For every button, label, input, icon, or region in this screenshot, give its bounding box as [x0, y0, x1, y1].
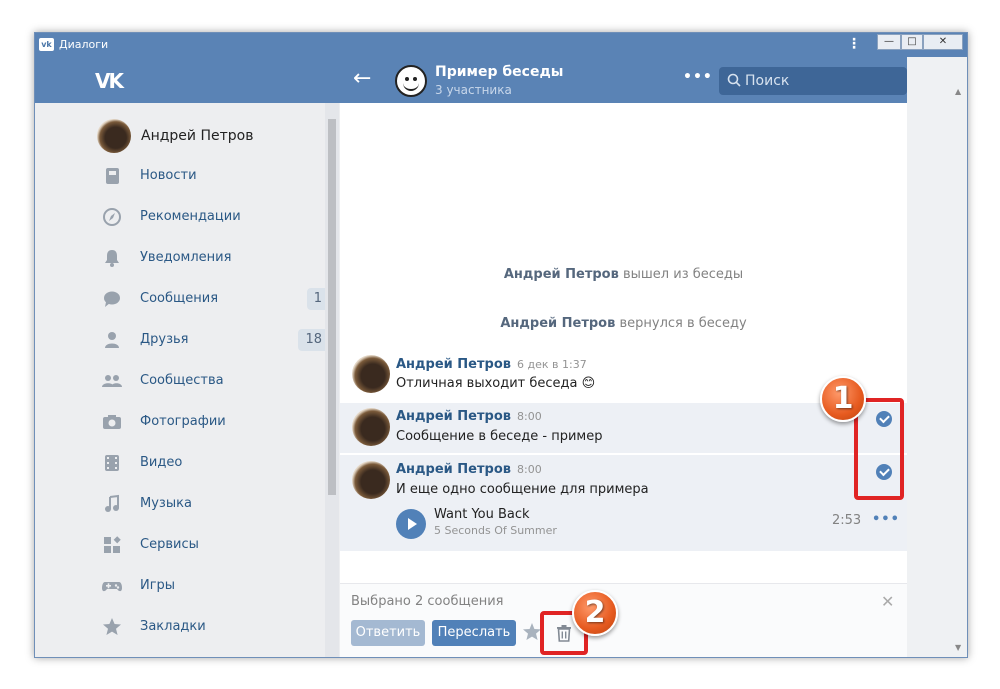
scroll-up-icon[interactable]: ▲ — [955, 87, 961, 96]
back-arrow-icon[interactable]: ← — [353, 66, 371, 91]
message-author[interactable]: Андрей Петров 8:00 — [396, 409, 542, 424]
chat-participants[interactable]: 3 участника — [435, 83, 512, 97]
chat-panel: Андрей Петров вышел из беседы Андрей Пет… — [340, 103, 907, 657]
system-message-author[interactable]: Андрей Петров — [500, 316, 615, 331]
avatar[interactable] — [352, 408, 390, 446]
window-title: Диалоги — [59, 38, 109, 51]
sidebar-item-label: Музыка — [140, 496, 192, 511]
title-bar: vk Диалоги ⋮ — □ ✕ — [35, 33, 967, 57]
audio-duration: 2:53 — [832, 513, 862, 528]
scroll-down-icon[interactable]: ▼ — [955, 643, 961, 652]
message-author[interactable]: Андрей Петров 8:00 — [396, 462, 542, 477]
play-icon[interactable] — [396, 509, 426, 539]
sidebar-item-label: Сообщества — [140, 373, 224, 388]
compass-icon — [103, 208, 121, 226]
audio-attachment[interactable]: Want You Back 5 Seconds Of Summer 2:53 •… — [396, 507, 899, 541]
sidebar-item-photos[interactable]: Фотографии — [97, 406, 317, 438]
search-input[interactable] — [745, 71, 895, 91]
system-message-author[interactable]: Андрей Петров — [504, 267, 619, 282]
audio-more-icon[interactable]: ••• — [872, 512, 900, 527]
search-icon — [727, 73, 741, 87]
top-header: VK ← Пример беседы 3 участника ••• — [35, 57, 967, 103]
close-button[interactable]: ✕ — [923, 34, 963, 50]
star-icon[interactable] — [522, 622, 542, 642]
sidebar-item-communities[interactable]: Сообщества — [97, 365, 317, 397]
message-icon — [104, 291, 120, 307]
avatar[interactable] — [352, 461, 390, 499]
sidebar-item-recommendations[interactable]: Рекомендации — [97, 201, 317, 233]
message-time: 8:00 — [517, 410, 542, 423]
minimize-button[interactable]: — — [877, 34, 901, 50]
sidebar-scrollbar[interactable] — [325, 103, 339, 657]
friends-icon — [105, 332, 119, 348]
vk-logo[interactable]: VK — [95, 69, 129, 93]
message-text: Сообщение в беседе - пример — [396, 429, 603, 444]
sidebar-item-label: Закладки — [140, 619, 206, 634]
close-icon[interactable]: ✕ — [881, 592, 894, 611]
avatar[interactable] — [97, 119, 131, 153]
bell-icon — [105, 250, 119, 267]
gamepad-icon — [102, 582, 122, 592]
chat-more-icon[interactable]: ••• — [683, 69, 713, 85]
news-icon — [106, 168, 119, 184]
vk-app-icon: vk — [39, 38, 54, 51]
chat-scrollbar[interactable]: ▲ ▼ — [907, 57, 967, 657]
camera-icon — [103, 415, 121, 429]
sidebar-item-label: Сервисы — [140, 537, 199, 552]
star-icon — [103, 618, 121, 635]
system-message-text: вернулся в беседу — [619, 316, 747, 331]
sidebar-item-music[interactable]: Музыка — [97, 488, 317, 520]
chat-title[interactable]: Пример беседы — [435, 64, 563, 80]
sidebar-item-label: Сообщения — [140, 291, 219, 306]
audio-artist[interactable]: 5 Seconds Of Summer — [434, 524, 557, 537]
sidebar-item-label: Игры — [140, 578, 176, 593]
message-row-selected[interactable]: Андрей Петров 8:00 Сообщение в беседе - п… — [340, 403, 907, 453]
message-text: Отличная выходит беседа 😊 — [396, 376, 596, 391]
sidebar-item-label: Уведомления — [140, 250, 232, 265]
sidebar-item-label: Новости — [140, 168, 197, 183]
sidebar: Андрей Петров Новости Рекомендации Уведо… — [35, 103, 340, 657]
annotation-box-checks — [854, 398, 904, 500]
chat-avatar[interactable] — [395, 65, 427, 97]
message-author[interactable]: Андрей Петров 6 дек в 1:37 — [396, 357, 587, 372]
sidebar-item-news[interactable]: Новости — [97, 160, 317, 192]
avatar[interactable] — [352, 355, 390, 393]
reply-button[interactable]: Ответить — [351, 620, 425, 646]
sidebar-scrollbar-thumb[interactable] — [328, 119, 336, 495]
annotation-badge-2: 2 — [572, 590, 618, 636]
annotation-badge-1: 1 — [820, 376, 866, 422]
video-icon — [105, 455, 119, 471]
sidebar-item-bookmarks[interactable]: Закладки — [97, 611, 317, 643]
sidebar-item-messages[interactable]: Сообщения 1 — [97, 283, 329, 315]
search-box[interactable] — [719, 67, 907, 95]
message-text: И еще одно сообщение для примера — [396, 482, 649, 497]
selected-count: Выбрано 2 сообщения — [351, 594, 504, 609]
system-message: Андрей Петров вернулся в беседу — [340, 316, 907, 331]
selection-bar: Выбрано 2 сообщения ✕ Ответить Переслать — [340, 583, 907, 657]
sidebar-item-video[interactable]: Видео — [97, 447, 317, 479]
sidebar-item-friends[interactable]: Друзья 18 — [97, 324, 329, 356]
message-time: 8:00 — [517, 463, 542, 476]
sidebar-item-notifications[interactable]: Уведомления — [97, 242, 317, 274]
sidebar-item-games[interactable]: Игры — [97, 570, 317, 602]
message-time: 6 дек в 1:37 — [517, 358, 587, 371]
music-icon — [105, 494, 119, 512]
sidebar-item-label: Друзья — [140, 332, 189, 347]
maximize-button[interactable]: □ — [901, 34, 923, 50]
sidebar-item-label: Видео — [140, 455, 183, 470]
profile-name[interactable]: Андрей Петров — [141, 128, 253, 144]
services-icon — [104, 536, 121, 553]
sidebar-item-label: Рекомендации — [140, 209, 241, 224]
app-window: vk Диалоги ⋮ — □ ✕ VK ← Пример беседы 3 … — [34, 32, 968, 658]
communities-icon — [102, 375, 122, 387]
system-message: Андрей Петров вышел из беседы — [340, 267, 907, 282]
forward-button[interactable]: Переслать — [432, 620, 516, 646]
sidebar-item-services[interactable]: Сервисы — [97, 529, 317, 561]
message-row-selected[interactable]: Андрей Петров 8:00 И еще одно сообщение д… — [340, 455, 907, 551]
system-message-text: вышел из беседы — [622, 267, 744, 282]
audio-title[interactable]: Want You Back — [434, 507, 530, 522]
window-menu-icon[interactable]: ⋮ — [847, 36, 861, 52]
sidebar-item-label: Фотографии — [140, 414, 226, 429]
